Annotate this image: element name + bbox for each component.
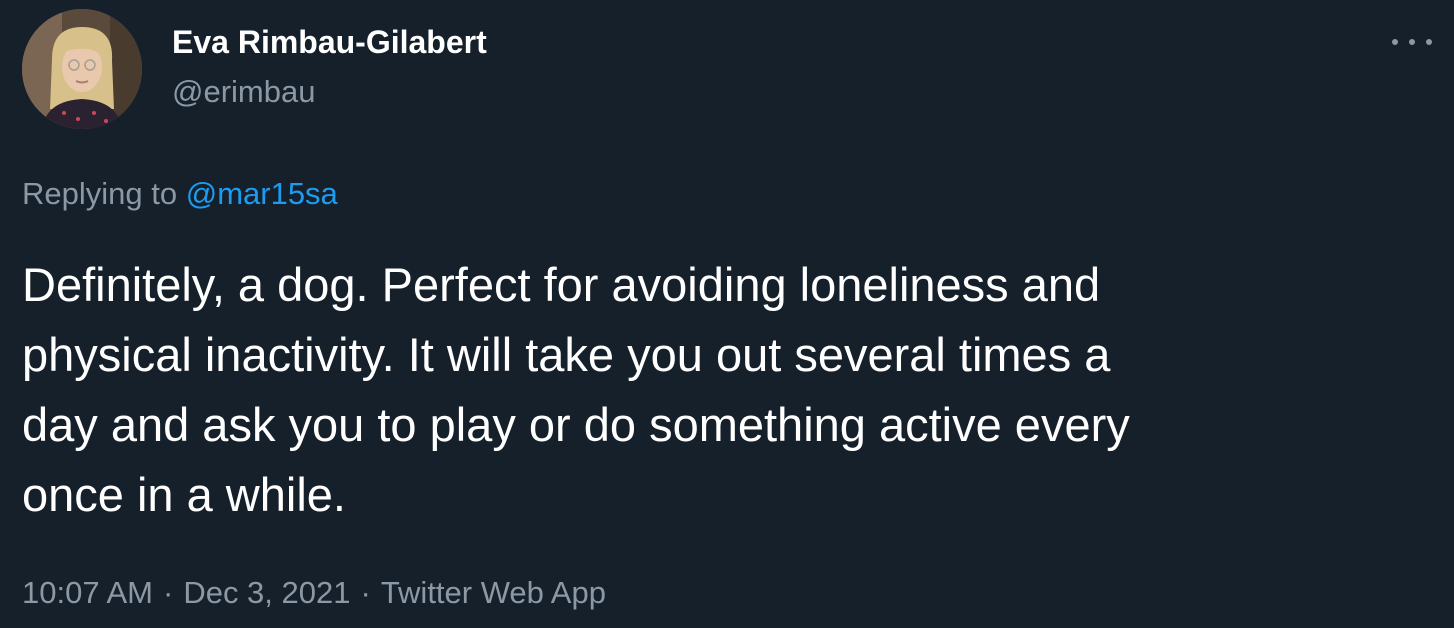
user-handle[interactable]: @erimbau xyxy=(172,72,315,112)
tweet-text-line: Definitely, a dog. Perfect for avoiding … xyxy=(22,258,1101,311)
tweet-text-line: day and ask you to play or do something … xyxy=(22,398,1130,451)
more-horizontal-icon[interactable] xyxy=(1392,30,1432,54)
tweet-text-line: physical inactivity. It will take you ou… xyxy=(22,328,1111,381)
avatar[interactable] xyxy=(22,9,142,129)
meta-separator: · xyxy=(162,575,174,610)
tweet-time[interactable]: 10:07 AM xyxy=(22,575,153,610)
tweet-source[interactable]: Twitter Web App xyxy=(381,575,606,610)
replying-to-label: Replying to xyxy=(22,176,178,211)
display-name[interactable]: Eva Rimbau-Gilabert xyxy=(172,22,487,62)
reply-mention-link[interactable]: @mar15sa xyxy=(186,176,338,211)
meta-separator: · xyxy=(360,575,371,610)
tweet-text-line: once in a while. xyxy=(22,468,346,521)
tweet-card: Eva Rimbau-Gilabert @erimbau Replying to… xyxy=(0,0,1454,628)
tweet-date[interactable]: Dec 3, 2021 xyxy=(183,575,350,610)
tweet-text: Definitely, a dog. Perfect for avoiding … xyxy=(22,250,1422,530)
replying-to: Replying to @mar15sa xyxy=(22,174,338,214)
tweet-metadata: 10:07 AM · Dec 3, 2021 · Twitter Web App xyxy=(22,573,606,613)
